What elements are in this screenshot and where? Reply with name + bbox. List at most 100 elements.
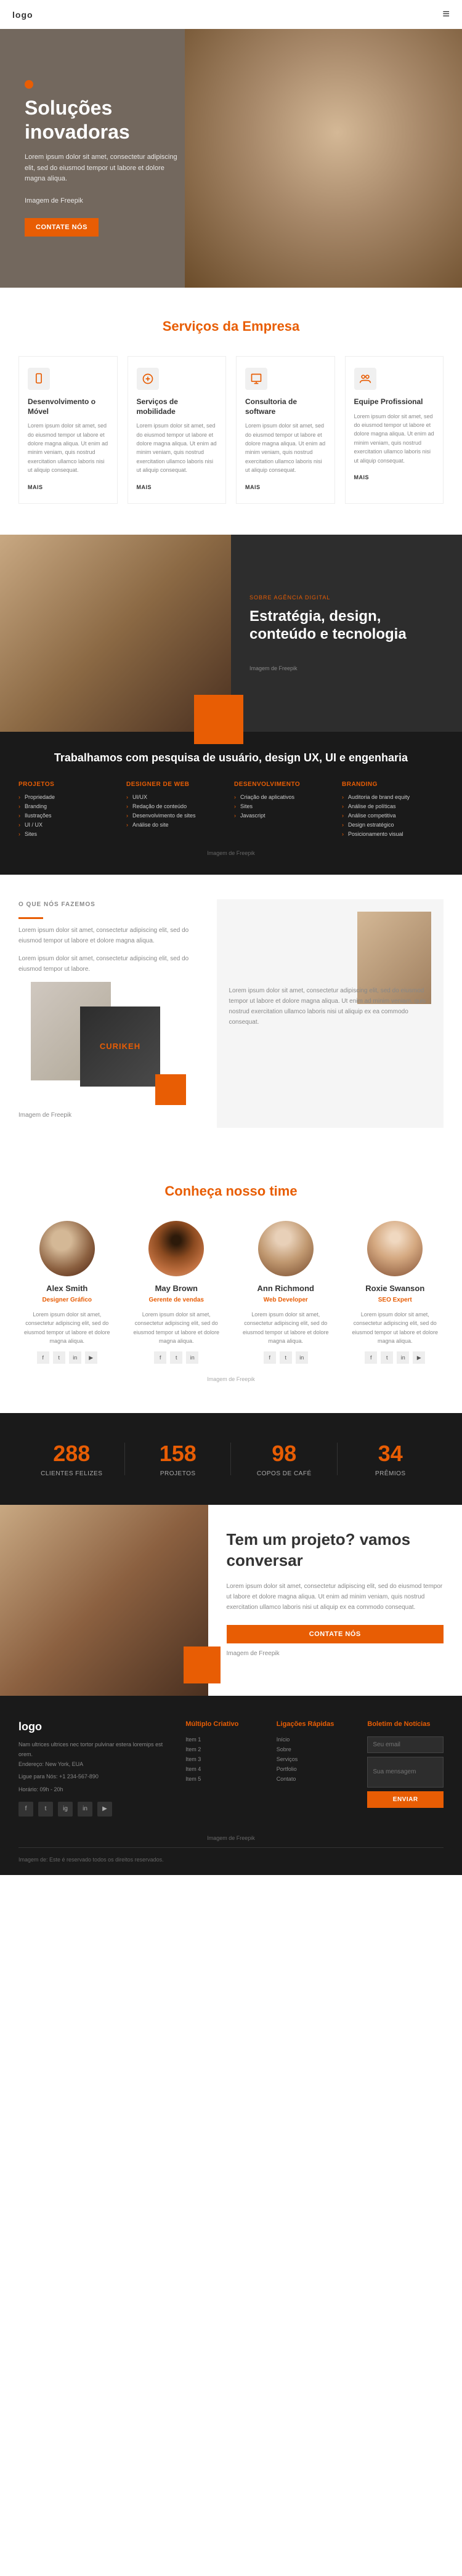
cta-section: Tem um projeto? vamos conversar Lorem ip… [0,1505,462,1696]
cta-orange-accent [184,1646,221,1683]
twitter-icon[interactable]: t [53,1351,65,1364]
stat-number-coffee: 98 [237,1441,331,1467]
team-section: Conheça nosso time Alex Smith Designer G… [0,1152,462,1414]
research-image-credit: Imagem de Freepik [18,850,444,856]
footer-col3-title: Ligações Rápidas [277,1720,353,1728]
list-item[interactable]: Serviços [277,1756,353,1762]
footer: logo Nam ultrices ultrices nec tortor pu… [0,1696,462,1875]
instagram-icon[interactable]: in [296,1351,308,1364]
list-item[interactable]: Portfolio [277,1766,353,1772]
research-col-list-3: Auditoria de brand equity Análise de pol… [342,794,444,837]
stat-projects: 158 PROJETOS [125,1432,232,1486]
what-left-column: O QUE NÓS FAZEMOS Lorem ipsum dolor sit … [18,899,205,1128]
list-item[interactable]: Item 4 [185,1766,262,1772]
what-label: O QUE NÓS FAZEMOS [18,899,205,910]
what-body-1: Lorem ipsum dolor sit amet, consectetur … [18,925,205,946]
list-item[interactable]: Início [277,1736,353,1743]
team-socials-may: f t in [128,1351,225,1364]
service-title-3: Equipe Profissional [354,397,435,407]
stat-coffee: 98 COPOS DE CAFÉ [231,1432,338,1486]
team-icon [354,368,376,390]
list-item: Análise de políticas [342,803,444,809]
footer-linkedin-icon[interactable]: in [78,1802,92,1817]
cta-button[interactable]: CONTATE NÓS [227,1625,444,1643]
what-right-inner: Lorem ipsum dolor sit amet, consectetur … [217,899,444,1128]
footer-youtube-icon[interactable]: ▶ [97,1802,112,1817]
hero-image-credit: Imagem de Freepik [25,196,185,207]
twitter-icon[interactable]: t [170,1351,182,1364]
footer-message-input[interactable] [367,1757,444,1788]
twitter-icon[interactable]: t [280,1351,292,1364]
service-title-0: Desenvolvimento o Móvel [28,397,108,416]
what-we-do-section: O QUE NÓS FAZEMOS Lorem ipsum dolor sit … [0,875,462,1152]
stat-awards: 34 PRÊMIOS [338,1432,444,1486]
what-image-credit: Imagem de Freepik [18,1110,205,1120]
stat-label-projects: PROJETOS [131,1470,225,1477]
research-col-heading-0: Projetos [18,781,120,788]
team-bio-alex: Lorem ipsum dolor sit amet, consectetur … [18,1310,116,1346]
service-link-0[interactable]: MAIS [28,484,43,490]
hero-people-photo [185,29,462,288]
list-item: Análise do site [126,822,228,828]
service-link-3[interactable]: MAIS [354,474,370,480]
instagram-icon[interactable]: in [397,1351,409,1364]
list-item: Sites [18,831,120,837]
footer-col2-title: Múltiplo Criativo [185,1720,262,1728]
list-item[interactable]: Contato [277,1776,353,1782]
list-item[interactable]: Sobre [277,1746,353,1752]
instagram-icon[interactable]: in [69,1351,81,1364]
stat-clients: 288 CLIENTES FELIZES [18,1432,125,1486]
footer-facebook-icon[interactable]: f [18,1802,33,1817]
what-brand-image: CURIKEH [80,1007,160,1087]
hero-accent-dot [25,80,33,89]
about-content: SOBRE AGÊNCIA DIGITAL Estratégia, design… [231,535,462,732]
footer-socials: f t ig in ▶ [18,1802,171,1817]
cta-body: Lorem ipsum dolor sit amet, consectetur … [227,1581,444,1613]
list-item: Redação de conteúdo [126,803,228,809]
avatar-may [148,1221,204,1276]
list-item[interactable]: Item 3 [185,1756,262,1762]
hero-cta-button[interactable]: CONTATE NÓS [25,218,99,237]
hero-body: Lorem ipsum dolor sit amet, consectetur … [25,152,185,185]
list-item[interactable]: Item 2 [185,1746,262,1752]
footer-copyright: Imagem de: Este é reservado todos os dir… [18,1857,164,1863]
instagram-icon[interactable]: in [186,1351,198,1364]
cta-content: Tem um projeto? vamos conversar Lorem ip… [208,1505,462,1696]
cta-title: Tem um projeto? vamos conversar [227,1529,444,1571]
service-link-2[interactable]: MAIS [245,484,261,490]
footer-instagram-icon[interactable]: ig [58,1802,73,1817]
footer-twitter-icon[interactable]: t [38,1802,53,1817]
team-card-alex: Alex Smith Designer Gráfico Lorem ipsum … [18,1221,116,1364]
team-role-roxie: SEO Expert [347,1295,444,1305]
team-grid: Alex Smith Designer Gráfico Lorem ipsum … [18,1221,444,1364]
about-image-credit: Imagem de Freepik [249,665,444,671]
list-item[interactable]: Item 1 [185,1736,262,1743]
about-label: SOBRE AGÊNCIA DIGITAL [249,594,444,601]
list-item[interactable]: Item 5 [185,1776,262,1782]
team-name-may: May Brown [128,1284,225,1293]
stat-number-awards: 34 [344,1441,438,1467]
facebook-icon[interactable]: f [37,1351,49,1364]
cta-image [0,1505,208,1696]
list-item: Design estratégico [342,822,444,828]
list-item: UI/UX [126,794,228,800]
youtube-icon[interactable]: ▶ [413,1351,425,1364]
list-item: Criação de aplicativos [234,794,336,800]
hamburger-menu-icon[interactable]: ≡ [442,7,450,22]
service-title-1: Serviços de mobilidade [137,397,217,416]
facebook-icon[interactable]: f [264,1351,276,1364]
footer-address-value: New York, EUA [46,1761,84,1767]
footer-address-label: Endereço: [18,1761,44,1767]
footer-submit-button[interactable]: ENVIAR [367,1791,444,1808]
facebook-icon[interactable]: f [365,1351,377,1364]
facebook-icon[interactable]: f [154,1351,166,1364]
stat-label-awards: PRÊMIOS [344,1470,438,1477]
twitter-icon[interactable]: t [381,1351,393,1364]
what-right-column: Lorem ipsum dolor sit amet, consectetur … [217,899,444,1128]
service-link-1[interactable]: MAIS [137,484,152,490]
team-name-alex: Alex Smith [18,1284,116,1293]
footer-email-input[interactable] [367,1736,444,1753]
footer-phone-value: +1 234-567-890 [59,1773,99,1780]
list-item: Desenvolvimento de sites [126,812,228,819]
youtube-icon[interactable]: ▶ [85,1351,97,1364]
